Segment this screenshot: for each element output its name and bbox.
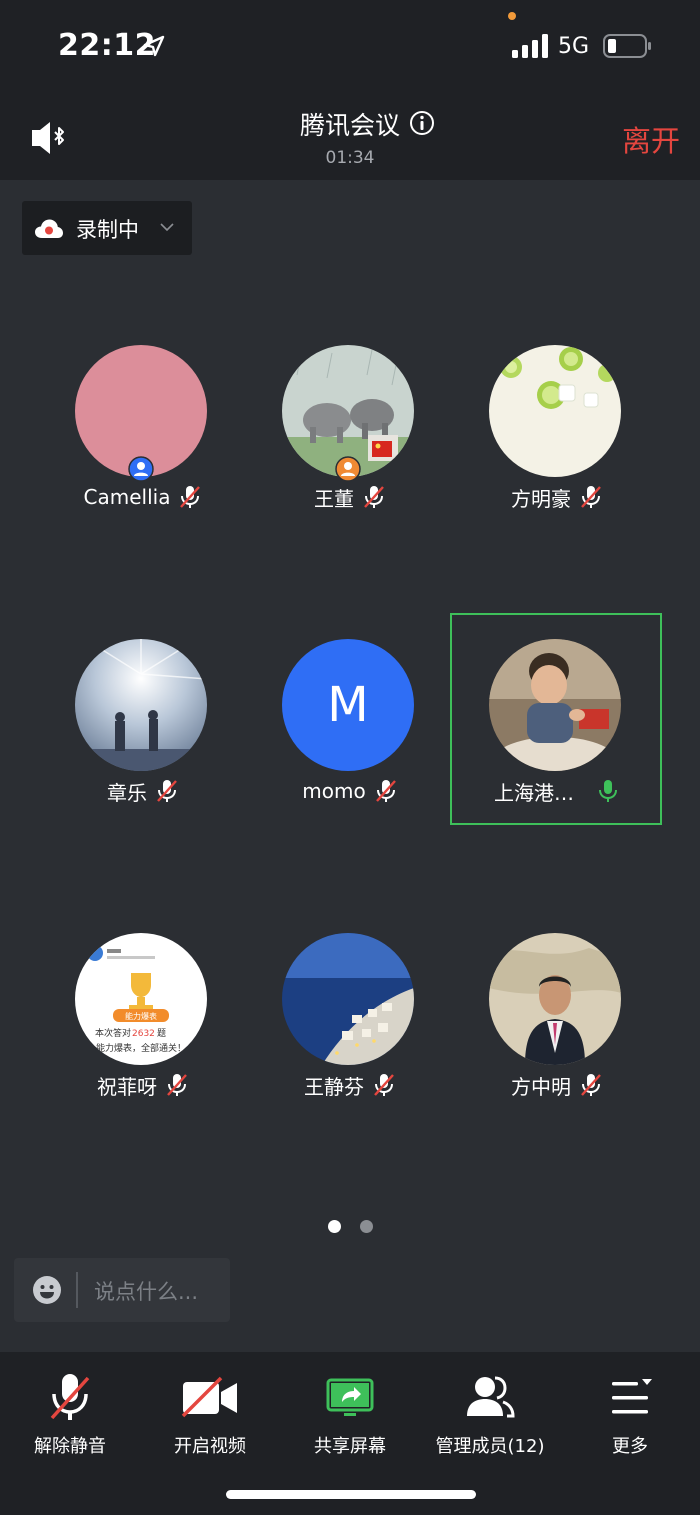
- mic-muted-icon: [156, 779, 178, 803]
- participant-name: 王静芬: [304, 1074, 364, 1099]
- mic-off-icon: [50, 1374, 90, 1420]
- video-off-icon: [181, 1376, 237, 1418]
- cellular-signal-icon: [512, 34, 548, 58]
- leave-button[interactable]: 离开: [622, 118, 680, 160]
- participant-tile[interactable]: 王董: [245, 345, 455, 555]
- answer-message: 能力爆表，全部通关！: [96, 1042, 186, 1054]
- mic-muted-icon: [580, 1073, 602, 1097]
- members-icon: [467, 1376, 515, 1418]
- avatar: [489, 639, 621, 771]
- page-dot-1[interactable]: [327, 1220, 341, 1233]
- more-menu-icon: [612, 1379, 652, 1414]
- participant-name: momo: [302, 779, 366, 803]
- start-video-label: 开启视频: [174, 1436, 246, 1457]
- avatar: [75, 639, 207, 771]
- network-type: 5G: [558, 34, 590, 59]
- cloud-record-icon: [35, 219, 63, 238]
- participant-name: 方中明: [511, 1074, 571, 1099]
- mic-muted-icon: [166, 1073, 188, 1097]
- share-screen-icon: [326, 1378, 374, 1416]
- unmute-button[interactable]: 解除静音: [0, 1372, 140, 1462]
- answer-suffix: 题: [157, 1028, 166, 1039]
- page-indicator[interactable]: [0, 1220, 700, 1233]
- chevron-down-icon: [160, 223, 174, 232]
- participant-tile[interactable]: M momo: [245, 639, 455, 849]
- participant-tile[interactable]: 王静芬: [245, 933, 455, 1143]
- more-label: 更多: [612, 1436, 648, 1457]
- mic-muted-icon: [375, 779, 396, 803]
- participant-tile[interactable]: 能力爆表 本次答对 2632 题 能力爆表，全部通关！ 祝菲呀: [38, 933, 248, 1143]
- recording-status-button[interactable]: 录制中: [22, 201, 192, 255]
- participant-name: 上海港…: [494, 780, 574, 805]
- unmute-label: 解除静音: [34, 1436, 106, 1457]
- participant-name: 祝菲呀: [97, 1074, 157, 1099]
- host-badge-icon: [128, 456, 154, 482]
- participant-tile[interactable]: 方中明: [452, 933, 662, 1143]
- mic-muted-icon: [373, 1073, 395, 1097]
- participant-name: 方明豪: [511, 486, 571, 511]
- share-screen-button[interactable]: 共享屏幕: [280, 1372, 420, 1462]
- info-icon[interactable]: [409, 110, 435, 136]
- battery-icon: [603, 34, 651, 58]
- start-video-button[interactable]: 开启视频: [140, 1372, 280, 1462]
- badge-text: 能力爆表: [125, 1011, 157, 1021]
- emoji-icon[interactable]: [32, 1275, 62, 1305]
- manage-members-label: 管理成员(12): [435, 1436, 545, 1457]
- participant-tile[interactable]: Camellia: [38, 345, 248, 555]
- chat-input[interactable]: 说点什么...: [14, 1258, 230, 1322]
- share-screen-label: 共享屏幕: [314, 1436, 386, 1457]
- page-dot-2[interactable]: [359, 1220, 373, 1233]
- answer-prefix: 本次答对: [95, 1027, 131, 1039]
- meeting-duration: 01:34: [325, 148, 375, 168]
- avatar: 能力爆表 本次答对 2632 题 能力爆表，全部通关！: [75, 933, 207, 1065]
- chat-placeholder: 说点什么...: [94, 1280, 199, 1304]
- mic-muted-icon: [363, 485, 385, 509]
- avatar: M: [282, 639, 414, 771]
- manage-members-button[interactable]: 管理成员(12): [420, 1372, 560, 1462]
- participant-name: Camellia: [83, 485, 171, 509]
- privacy-indicator-dot: [508, 12, 516, 20]
- participant-name: 章乐: [107, 780, 147, 805]
- divider: [76, 1272, 78, 1308]
- more-button[interactable]: 更多: [560, 1372, 700, 1462]
- cohost-badge-icon: [335, 456, 361, 482]
- participant-tile[interactable]: 方明豪: [452, 345, 662, 555]
- answer-count: 2632: [132, 1029, 155, 1039]
- participant-tile-speaking[interactable]: 上海港…: [452, 639, 662, 849]
- avatar: [489, 933, 621, 1065]
- participant-name: 王董: [314, 486, 354, 511]
- avatar: [489, 345, 621, 477]
- mic-muted-icon: [580, 485, 602, 509]
- recording-label: 录制中: [76, 218, 139, 242]
- meeting-title: 腾讯会议: [300, 111, 401, 140]
- location-arrow-icon: [143, 35, 165, 57]
- mic-muted-icon: [180, 485, 201, 509]
- mic-active-icon: [599, 779, 617, 803]
- avatar: [282, 933, 414, 1065]
- home-indicator[interactable]: [226, 1490, 476, 1499]
- participant-tile[interactable]: 章乐: [38, 639, 248, 849]
- avatar-initial: M: [327, 677, 369, 733]
